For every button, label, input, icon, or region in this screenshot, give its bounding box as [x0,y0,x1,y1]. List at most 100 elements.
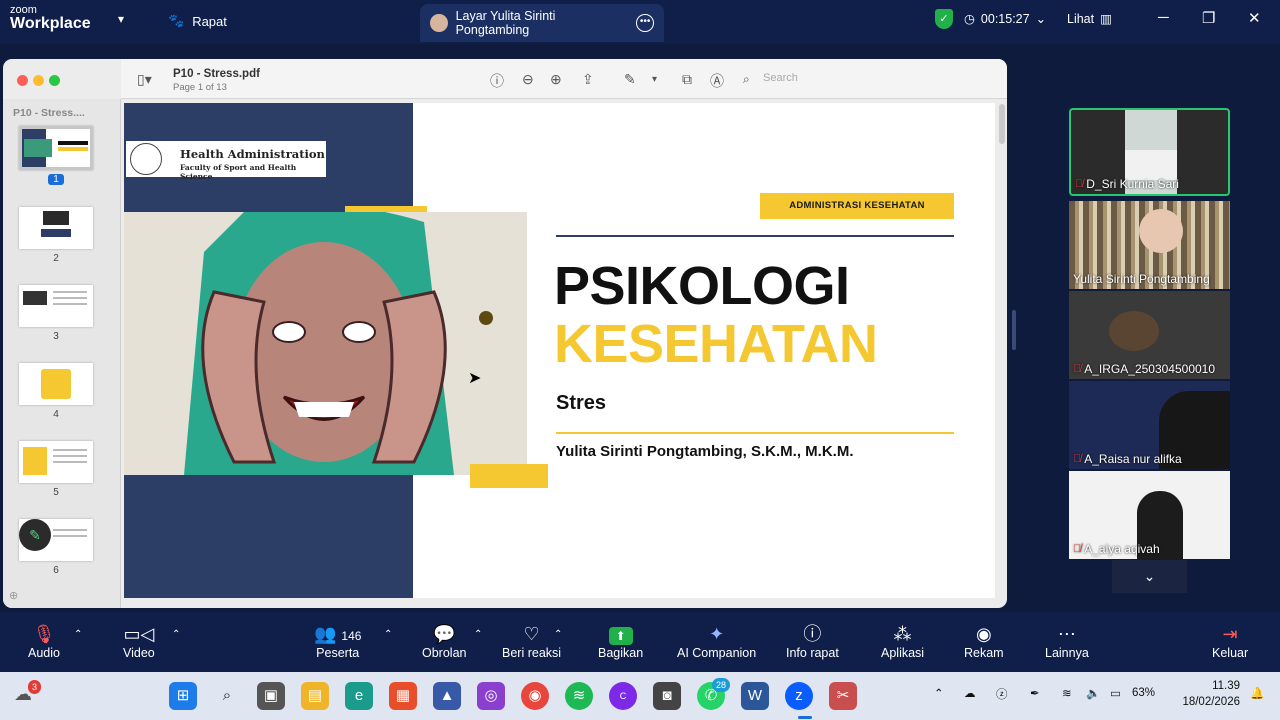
app-icon[interactable]: ▲ [433,682,461,710]
camera-icon[interactable]: ◙ [653,682,681,710]
more-icon: ⋯ [1057,624,1076,644]
screen-share-tab[interactable]: Layar Yulita Sirinti Pongtambing ••• [420,4,664,42]
more-icon[interactable]: ••• [636,14,654,32]
share-screen-icon: ⬆ [598,622,643,646]
file-explorer-icon[interactable]: ▤ [301,682,329,710]
stress-mural-image [124,212,527,475]
audio-button[interactable]: 🎙 Audio [28,622,60,660]
slide-title-line2: KESEHATAN [554,314,878,374]
zoom-logo: zoom Workplace [10,5,91,32]
department-tag: ADMINISTRASI KESEHATAN [760,193,954,219]
paw-icon: 🐾 [168,13,185,28]
participant-tile[interactable]: 🎙̸ A_Raisa nur alifka [1069,381,1230,469]
battery-icon[interactable]: ▭ [1110,686,1121,700]
share-icon[interactable]: ⇪ [582,71,594,88]
page-thumbnail[interactable] [19,207,93,249]
video-button[interactable]: ▭◁ Video [123,622,155,660]
page-thumbnail[interactable] [19,363,93,405]
zoom-window-button[interactable] [49,75,60,86]
notification-badge: 28 [712,678,731,692]
restore-icon[interactable]: ❐ [1202,9,1215,27]
logo-title: Health Administration [180,147,325,161]
chevron-up-icon[interactable]: ⌃ [74,629,82,640]
meeting-timer[interactable]: ◷ 00:15:27 ⌄ [964,11,1047,27]
more-button[interactable]: ⋯ Lainnya [1045,622,1089,660]
word-icon[interactable]: W [741,682,769,710]
page-thumbnail[interactable] [19,441,93,483]
chat-button[interactable]: 💬 Obrolan [422,622,466,660]
chevron-down-icon[interactable]: ▾ [652,74,657,85]
zoom-tray-icon[interactable]: ⓩ [996,686,1008,702]
resize-handle[interactable] [1012,310,1016,350]
chevron-up-icon[interactable]: ⌃ [554,629,562,640]
zoom-in-icon[interactable]: ⊕ [550,71,562,88]
spotify-icon[interactable]: ≋ [565,682,593,710]
accent-bar [470,464,548,488]
view-button[interactable]: Lihat ▥ [1067,11,1112,27]
apps-button[interactable]: ⁂ Aplikasi [881,622,924,660]
page-thumbnail[interactable] [19,285,93,327]
search-input[interactable]: Search [763,72,798,84]
record-button[interactable]: ◉ Rekam [964,622,1004,660]
clock-time[interactable]: 11.39 [1200,680,1240,692]
snipping-tool-icon[interactable]: ✂ [829,682,857,710]
sidebar-toggle-icon[interactable]: ▯▾ [137,71,152,88]
store-icon[interactable]: ▦ [389,682,417,710]
participant-tile[interactable]: Yulita Sirinti Pongtambing [1069,201,1230,289]
muted-mic-icon: 🎙̸ [1075,178,1084,190]
chevron-down-icon[interactable]: ▾ [118,12,124,26]
zoom-out-icon[interactable]: ⊖ [522,71,534,88]
zoom-logo-bottom: Workplace [10,15,91,32]
pen-icon[interactable]: ✒ [1030,686,1040,700]
participant-name: 🎙̸ A_Raisa nur alifka [1073,452,1182,466]
edge-icon[interactable]: e [345,682,373,710]
chevron-down-icon[interactable]: ⌄ [1112,560,1187,593]
zoom-icon[interactable]: z [785,682,813,710]
canva-icon[interactable]: C [609,682,637,710]
participant-tile[interactable]: 🎙̸ D_Sri Kurnia Sari [1069,108,1230,196]
chevron-up-icon[interactable]: ⌃ [172,629,180,640]
leave-button[interactable]: ⇥ Keluar [1212,622,1248,660]
ai-companion-button[interactable]: ✦ AI Companion [677,622,756,660]
clock-date[interactable]: 18/02/2026 [1172,696,1240,708]
chevron-up-icon[interactable]: ⌃ [384,629,392,640]
info-icon[interactable]: ⓘ [490,71,504,91]
slide-subtitle: Stres [556,392,607,414]
task-view-icon[interactable]: ▣ [257,682,285,710]
notification-bell-icon[interactable]: 🔔 [1250,686,1264,700]
active-app-indicator [798,716,812,719]
markup-pen-icon[interactable]: ✎ [624,71,636,88]
meeting-info-button[interactable]: ⓘ Info rapat [786,622,839,660]
chevron-up-icon[interactable]: ⌃ [474,629,482,640]
page-number: 2 [53,253,59,264]
search-icon[interactable]: ⌕ [213,682,241,710]
windows-taskbar: ☁ 3 ⊞ ⌕ ▣ ▤ e ▦ ▲ ◎ ◉ ≋ C ◙ ✆ 28 W z ✂ ⌃… [0,672,1280,720]
minimize-icon[interactable]: ─ [1158,9,1169,26]
participants-button[interactable]: 👥 146 Peserta [314,622,361,660]
meeting-tab[interactable]: 🐾 Rapat [168,13,227,29]
windows-start-icon[interactable]: ⊞ [169,682,197,710]
timer-value: 00:15:27 [980,11,1030,26]
page-thumbnail[interactable] [19,126,93,170]
annotate-icon[interactable]: Ⓐ [710,71,724,91]
volume-icon[interactable]: 🔈 [1086,686,1100,700]
close-window-button[interactable] [17,75,28,86]
app-icon[interactable]: ◎ [477,682,505,710]
participant-tile[interactable]: 🎙̸ A_IRGA_250304500010 [1069,291,1230,379]
wifi-icon[interactable]: ≋ [1062,686,1072,700]
participant-tile[interactable]: 🎙̸ A_alya aqivah [1069,471,1230,559]
chrome-icon[interactable]: ◉ [521,682,549,710]
share-button[interactable]: ⬆ Bagikan [598,622,643,660]
react-button[interactable]: ♡ Beri reaksi [502,622,561,660]
info-icon: ⓘ [803,624,822,644]
cloud-icon[interactable]: ☁ [964,686,976,700]
rotate-icon[interactable]: ⧉ [682,71,692,88]
chevron-up-icon[interactable]: ⌃ [934,686,944,700]
shield-icon[interactable]: ✓ [935,9,953,29]
scrollbar[interactable] [999,104,1005,144]
edit-pen-icon[interactable]: ✎ [19,519,51,551]
close-icon[interactable]: ✕ [1248,9,1261,27]
chevron-down-icon: ⌄ [1035,12,1047,26]
minimize-window-button[interactable] [33,75,44,86]
add-page-icon[interactable]: ⊕ [9,589,18,602]
